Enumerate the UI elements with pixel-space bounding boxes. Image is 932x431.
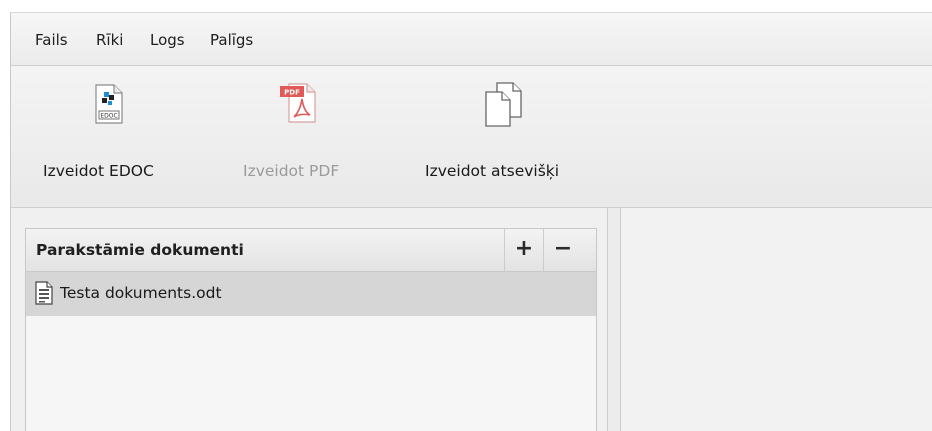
add-document-button[interactable]: + [504, 229, 543, 271]
menu-bar: Fails Rīki Logs Palīgs [11, 13, 932, 66]
right-pane [621, 208, 932, 431]
create-pdf-label: Izveidot PDF [243, 162, 340, 180]
app-window: Fails Rīki Logs Palīgs EDOC Izveidot EDO… [10, 12, 932, 431]
panel-title: Parakstāmie dokumenti [36, 241, 244, 259]
document-name: Testa dokuments.odt [60, 284, 222, 302]
create-edoc-label: Izveidot EDOC [43, 162, 154, 180]
documents-panel: Parakstāmie dokumenti + − Testa dokument… [25, 228, 597, 431]
edoc-icon-text: EDOC [100, 113, 117, 120]
copy-documents-icon [485, 82, 522, 127]
create-pdf-button[interactable]: PDF Izveidot PDF [231, 66, 381, 207]
toolbar: EDOC Izveidot EDOC PDF Izveidot PDF Izve… [11, 66, 932, 208]
menu-logs[interactable]: Logs [150, 31, 185, 49]
split-divider[interactable] [607, 208, 621, 431]
pdf-icon-text: PDF [284, 89, 300, 97]
edoc-file-icon: EDOC [95, 84, 123, 124]
menu-riki[interactable]: Rīki [96, 31, 123, 49]
remove-document-button[interactable]: − [543, 229, 582, 271]
documents-panel-header: Parakstāmie dokumenti + − [26, 229, 596, 272]
create-separately-label: Izveidot atsevišķi [425, 162, 560, 180]
menu-fails[interactable]: Fails [35, 31, 68, 49]
create-edoc-button[interactable]: EDOC Izveidot EDOC [31, 66, 181, 207]
list-item[interactable]: Testa dokuments.odt [26, 272, 596, 316]
create-separately-button[interactable]: Izveidot atsevišķi [421, 66, 601, 207]
pdf-file-icon: PDF [280, 83, 316, 123]
menu-paligs[interactable]: Palīgs [210, 31, 253, 49]
left-pane: Parakstāmie dokumenti + − Testa dokument… [11, 208, 607, 431]
document-file-icon [35, 281, 53, 305]
